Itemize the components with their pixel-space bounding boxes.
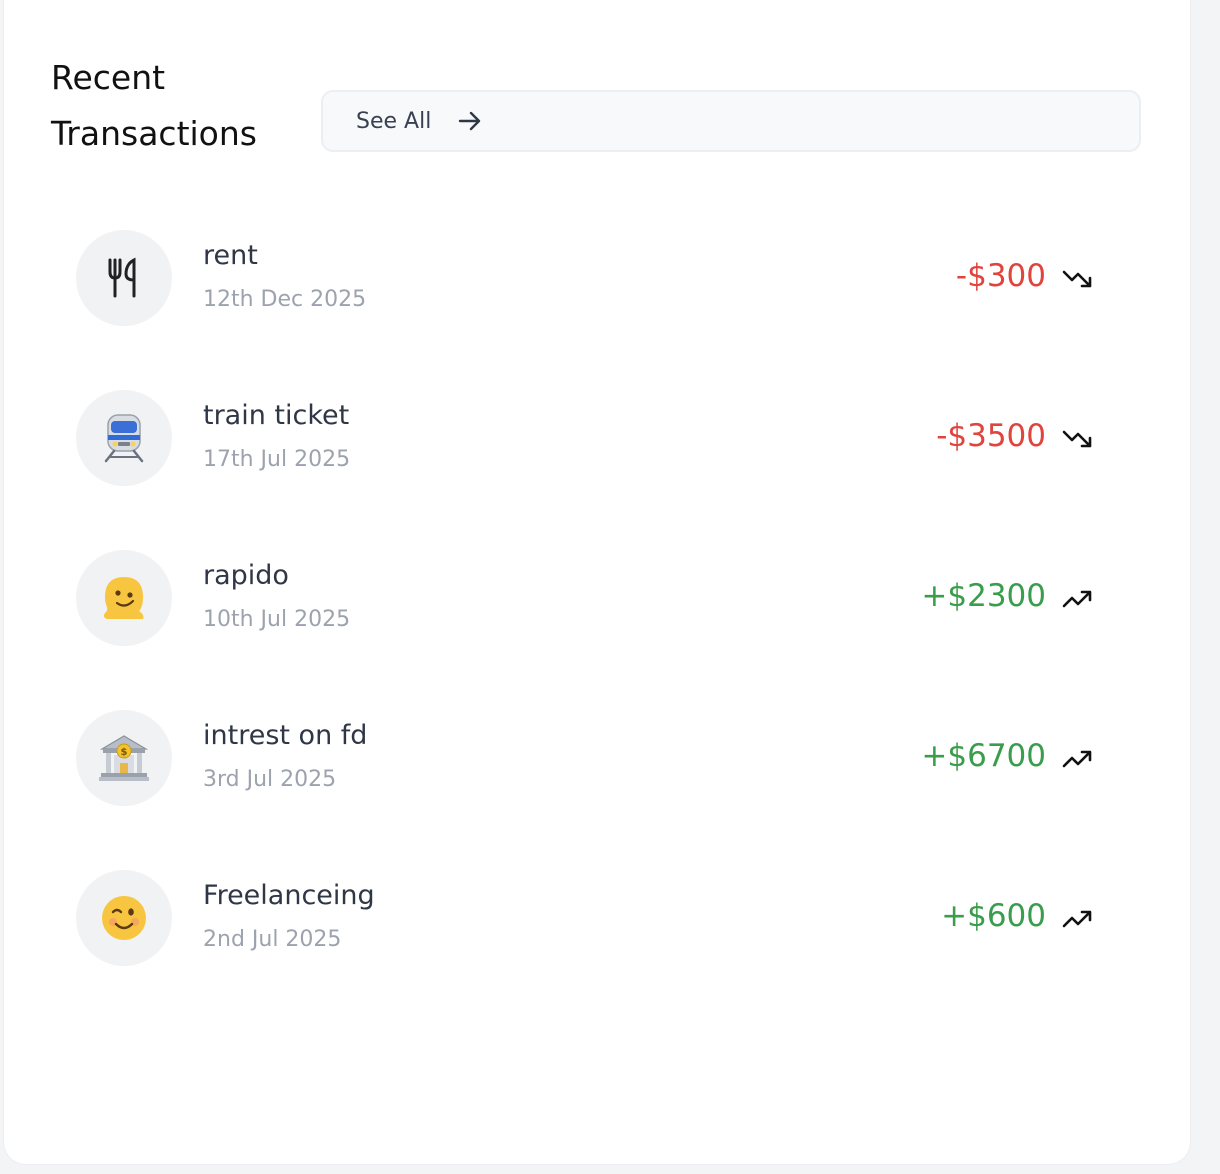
arrow-right-icon: [457, 108, 483, 134]
transaction-amount: -$3500: [936, 418, 1046, 454]
trend-up-icon: [1062, 750, 1092, 768]
transaction-name: rapido: [203, 560, 289, 591]
train-emoji-icon: [76, 390, 172, 486]
trend-up-icon: [1062, 590, 1092, 608]
transaction-amount: +$600: [941, 898, 1046, 934]
see-all-button[interactable]: See All: [321, 90, 1141, 152]
transaction-amount: +$6700: [921, 738, 1046, 774]
list-item[interactable]: Freelanceing 2nd Jul 2025 +$600: [76, 870, 1106, 966]
list-item[interactable]: rent 12th Dec 2025 -$300: [76, 230, 1106, 326]
list-item[interactable]: rapido 10th Jul 2025 +$2300: [76, 550, 1106, 646]
transaction-date: 17th Jul 2025: [203, 447, 351, 472]
transaction-date: 12th Dec 2025: [203, 287, 367, 312]
transaction-date: 10th Jul 2025: [203, 607, 351, 632]
transaction-name: rent: [203, 240, 258, 271]
trend-down-icon: [1062, 430, 1092, 448]
list-item[interactable]: $ intrest on fd 3rd Jul 2025 +$6700: [76, 710, 1106, 806]
transaction-date: 2nd Jul 2025: [203, 927, 342, 952]
list-item[interactable]: train ticket 17th Jul 2025 -$3500: [76, 390, 1106, 486]
trend-up-icon: [1062, 910, 1092, 928]
trend-down-icon: [1062, 270, 1092, 288]
fork-knife-icon: [76, 230, 172, 326]
transaction-name: intrest on fd: [203, 720, 368, 751]
see-all-label: See All: [356, 108, 432, 134]
bank-emoji-icon: $: [76, 710, 172, 806]
transaction-name: train ticket: [203, 400, 350, 431]
page-title: Recent Transactions: [51, 58, 257, 153]
winking-face-emoji-icon: [76, 870, 172, 966]
transaction-amount: -$300: [955, 258, 1046, 294]
svg-text:$: $: [121, 747, 128, 758]
transaction-name: Freelanceing: [203, 880, 375, 911]
transaction-amount: +$2300: [921, 578, 1046, 614]
transaction-date: 3rd Jul 2025: [203, 767, 337, 792]
melting-face-emoji-icon: [76, 550, 172, 646]
